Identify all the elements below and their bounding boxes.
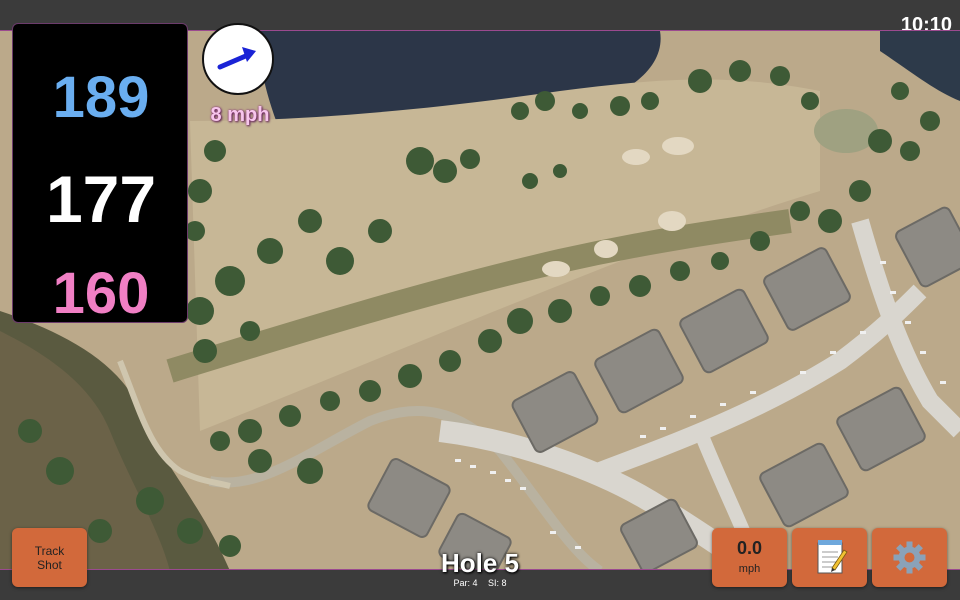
hole-par: Par: 4	[453, 578, 478, 588]
yardage-panel: 189 177 160	[12, 23, 188, 326]
shot-speed-button[interactable]: 0.0 mph	[712, 528, 787, 587]
notepad-icon	[817, 540, 848, 574]
front-yardage: 160	[52, 261, 150, 326]
settings-button[interactable]	[872, 528, 947, 587]
wind-direction-dial	[202, 23, 274, 95]
wind-speed: 8 mph	[210, 104, 270, 126]
notes-button[interactable]	[792, 528, 867, 587]
hole-title: Hole 5	[440, 548, 520, 578]
hole-stroke-index: SI: 8	[488, 578, 507, 588]
track-shot-label-line1: Track	[34, 544, 65, 558]
hole-info: Par: 4 SI: 8	[380, 578, 580, 588]
back-yardage: 189	[52, 65, 150, 130]
arrow-icon	[217, 47, 256, 70]
middle-yardage: 177	[45, 162, 157, 236]
track-shot-button[interactable]: Track Shot	[12, 528, 87, 587]
gear-icon	[893, 541, 926, 574]
track-shot-label-line2: Shot	[37, 558, 62, 572]
shot-speed-unit: mph	[738, 563, 761, 575]
shot-speed-value: 0.0	[736, 538, 763, 558]
